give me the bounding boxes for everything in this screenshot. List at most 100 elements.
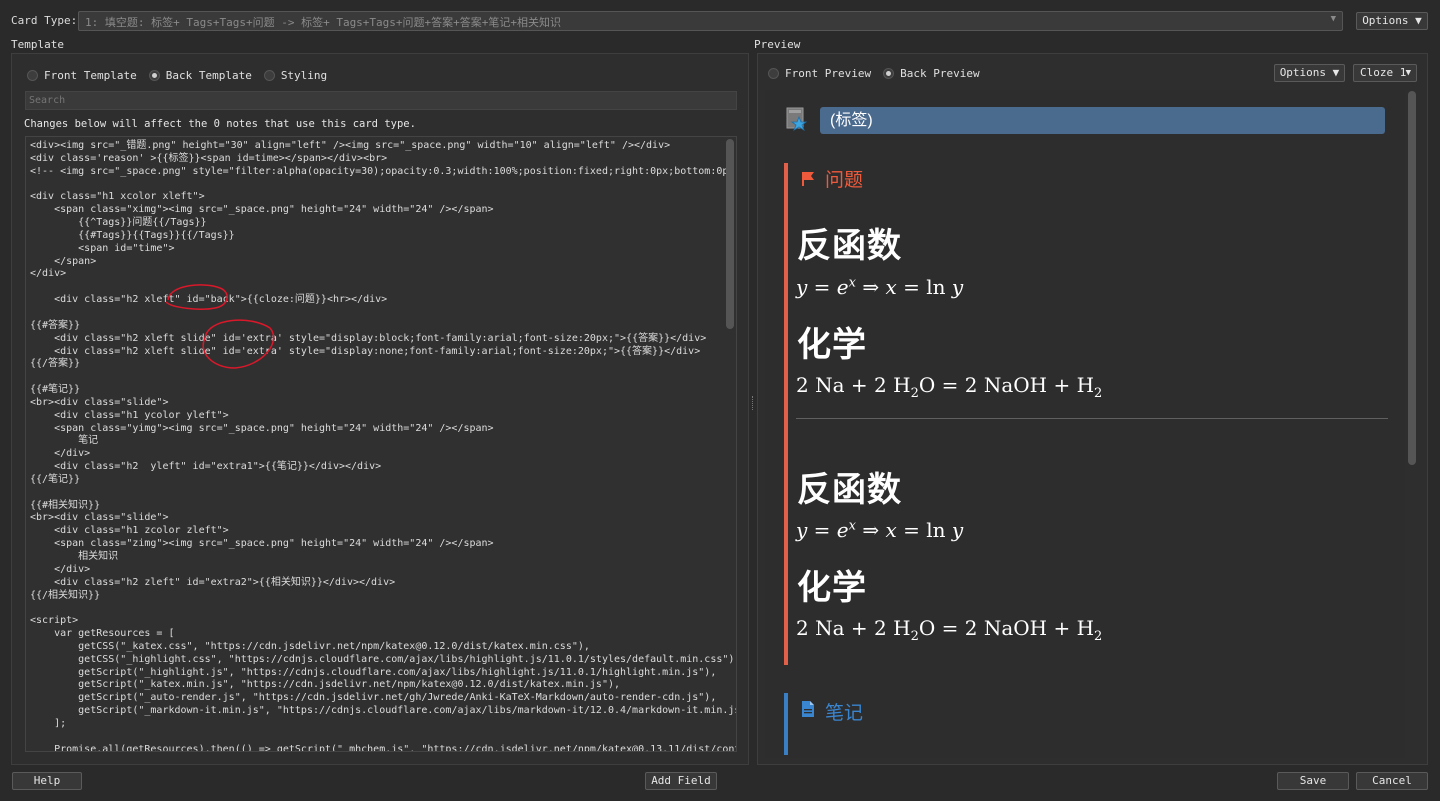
divider	[796, 418, 1388, 419]
chem-plus: +	[1053, 373, 1071, 397]
chem-coef: 2	[874, 616, 887, 640]
notes-accent-bar	[784, 693, 788, 755]
preview-radio-group: Front Preview Back Preview	[768, 67, 980, 80]
radio-off-icon	[27, 70, 38, 81]
tag-bar: (标签)	[820, 107, 1385, 134]
math-formula: y = ex ⇒ x = ln y	[796, 518, 963, 542]
math-ln: ln	[926, 518, 946, 542]
math-e: e	[836, 275, 849, 299]
card-type-label: Card Type:	[11, 14, 78, 27]
math-equals: =	[903, 275, 920, 299]
chevron-down-icon: ▼	[1405, 68, 1411, 78]
math-formula: y = ex ⇒ x = ln y	[796, 275, 963, 299]
chem-na: Na	[815, 373, 845, 397]
front-preview-label: Front Preview	[785, 67, 872, 80]
chem-coef: 2	[964, 373, 978, 397]
styling-radio[interactable]: Styling	[263, 69, 328, 82]
preview-section-label: Preview	[754, 38, 801, 51]
chem-sub: 2	[910, 386, 919, 401]
front-template-radio[interactable]: Front Template	[27, 69, 137, 82]
template-code-text: <div><img src="_错题.png" height="30" alig…	[30, 140, 737, 752]
preview-scrollbar[interactable]	[1408, 91, 1416, 465]
chem-naoh: NaOH	[983, 616, 1048, 640]
math-implies: ⇒	[862, 275, 880, 299]
front-preview-radio[interactable]: Front Preview	[768, 67, 871, 80]
math-x: x	[885, 518, 897, 542]
answer-title-chemistry: 化学	[797, 568, 867, 608]
answer-title-chemistry: 化学	[797, 325, 867, 365]
chem-equation: 2 Na + 2 H2O = 2 NaOH + H2	[796, 616, 1102, 644]
help-button[interactable]: Help	[12, 772, 82, 790]
radio-off-icon	[263, 70, 275, 81]
template-radio-group: Front Template Back Template Styling	[27, 69, 327, 82]
save-button[interactable]: Save	[1277, 772, 1349, 790]
add-field-button[interactable]: Add Field	[645, 772, 717, 790]
math-x: x	[885, 275, 897, 299]
template-code-editor[interactable]: <div><img src="_错题.png" height="30" alig…	[25, 136, 737, 752]
math-e: e	[836, 518, 849, 542]
answer-title-inverse-function: 反函数	[797, 226, 902, 266]
chem-o: O	[918, 616, 936, 640]
changes-note: Changes below will affect the 0 notes th…	[24, 118, 416, 130]
radio-on-icon	[148, 70, 160, 81]
chem-equals: =	[941, 373, 959, 397]
back-template-radio[interactable]: Back Template	[148, 69, 252, 82]
template-section-label: Template	[11, 38, 64, 51]
radio-off-icon	[768, 68, 779, 79]
chem-sub: 2	[910, 629, 919, 644]
chem-o: O	[918, 373, 936, 397]
flag-icon	[802, 172, 814, 186]
math-equals: =	[813, 275, 831, 299]
chem-coef: 2	[796, 616, 809, 640]
chem-h: H	[1076, 373, 1095, 397]
math-y: y	[951, 275, 964, 299]
document-icon	[802, 701, 814, 717]
pane-splitter[interactable]	[752, 396, 755, 410]
chem-equals: =	[941, 616, 959, 640]
math-equals: =	[813, 518, 831, 542]
options-button[interactable]: Options ▼	[1356, 12, 1428, 30]
math-implies: ⇒	[862, 518, 880, 542]
chem-h: H	[893, 373, 911, 397]
editor-scrollbar[interactable]	[726, 139, 734, 329]
math-y: y	[951, 518, 964, 542]
front-template-label: Front Template	[44, 69, 137, 82]
math-ln: ln	[926, 275, 946, 299]
chem-h: H	[893, 616, 911, 640]
notes-heading: 笔记	[825, 703, 864, 724]
styling-label: Styling	[280, 69, 328, 82]
back-preview-label: Back Preview	[900, 67, 980, 80]
chem-coef: 2	[874, 373, 887, 397]
chem-coef: 2	[964, 616, 978, 640]
cloze-value: Cloze 1	[1360, 66, 1407, 79]
back-template-label: Back Template	[165, 69, 252, 82]
chem-coef: 2	[796, 373, 809, 397]
math-exponent: x	[848, 275, 856, 291]
question-heading: 问题	[825, 170, 864, 191]
search-input[interactable]	[25, 91, 737, 110]
chem-naoh: NaOH	[983, 373, 1048, 397]
chem-equation: 2 Na + 2 H2O = 2 NaOH + H2	[796, 373, 1102, 401]
math-exponent: x	[848, 518, 856, 534]
chevron-down-icon: ▼	[1330, 14, 1336, 24]
chem-h: H	[1076, 616, 1095, 640]
card-type-value: 1: 填空题: 标签+ Tags+Tags+问题 -> 标签+ Tags+Tag…	[85, 16, 562, 29]
answer-title-inverse-function: 反函数	[797, 470, 902, 510]
cancel-button[interactable]: Cancel	[1356, 772, 1428, 790]
cloze-select[interactable]: Cloze 1 ▼	[1353, 64, 1417, 82]
star-badge-icon	[786, 107, 808, 131]
question-accent-bar	[784, 163, 788, 665]
chem-na: Na	[815, 616, 845, 640]
chem-plus: +	[850, 616, 868, 640]
preview-options-button[interactable]: Options ▼	[1274, 64, 1345, 82]
chem-plus: +	[1053, 616, 1071, 640]
math-y: y	[796, 275, 808, 299]
chem-sub: 2	[1094, 386, 1103, 401]
math-y: y	[796, 518, 808, 542]
chem-plus: +	[850, 373, 868, 397]
chem-sub: 2	[1094, 629, 1103, 644]
radio-on-icon	[883, 68, 895, 79]
back-preview-radio[interactable]: Back Preview	[883, 67, 980, 80]
math-equals: =	[903, 518, 920, 542]
card-type-select[interactable]: 1: 填空题: 标签+ Tags+Tags+问题 -> 标签+ Tags+Tag…	[78, 11, 1343, 31]
